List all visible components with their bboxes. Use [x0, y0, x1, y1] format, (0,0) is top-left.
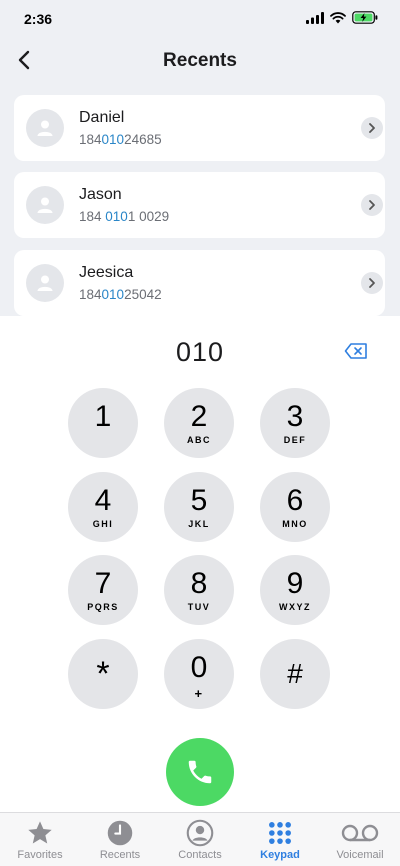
- key-letters: GHI: [92, 518, 114, 529]
- person-circle-icon: [186, 819, 214, 847]
- tab-favorites[interactable]: Favorites: [0, 819, 80, 861]
- wifi-icon: [330, 11, 346, 23]
- contact-number: 18401024685: [79, 132, 162, 147]
- key-8[interactable]: 8 TUV: [164, 555, 234, 625]
- voicemail-icon: [341, 824, 379, 842]
- key-digit: 4: [94, 483, 112, 517]
- key-digit: 6: [286, 483, 304, 517]
- key-digit: 8: [190, 566, 208, 600]
- key-6[interactable]: 6 MNO: [260, 472, 330, 542]
- tab-label: Voicemail: [336, 849, 384, 861]
- key-digit: 2: [190, 399, 208, 433]
- key-letters: WXYZ: [279, 601, 311, 612]
- tab-keypad[interactable]: Keypad: [240, 819, 320, 861]
- key-hash[interactable]: #: [260, 639, 330, 709]
- key-1[interactable]: 1: [68, 388, 138, 458]
- clock-icon: [107, 820, 133, 846]
- key-7[interactable]: 7 PQRS: [68, 555, 138, 625]
- person-icon: [37, 275, 53, 291]
- tab-voicemail[interactable]: Voicemail: [320, 819, 400, 861]
- contact-name: Daniel: [79, 109, 125, 126]
- key-digit: 1: [94, 399, 112, 433]
- key-star[interactable]: *: [68, 639, 138, 709]
- avatar: [26, 109, 64, 147]
- call-button[interactable]: [166, 738, 234, 806]
- tab-recents[interactable]: Recents: [80, 819, 160, 861]
- key-digit: 9: [286, 566, 304, 600]
- key-0[interactable]: 0 +: [164, 639, 234, 709]
- key-digit: 0: [190, 650, 208, 684]
- key-digit: 5: [190, 483, 208, 517]
- key-letters: +: [194, 685, 204, 701]
- contact-detail-button[interactable]: [361, 194, 383, 216]
- tab-label: Keypad: [260, 849, 300, 861]
- phone-icon: [188, 760, 212, 784]
- chevron-right-icon: [369, 123, 375, 133]
- contact-row-jeesica[interactable]: Jeesica 18401025042: [14, 250, 385, 316]
- chevron-right-icon: [369, 200, 375, 210]
- cellular-signal-icon: [306, 11, 324, 24]
- contact-number: 184 0101 0029: [79, 209, 170, 224]
- keypad-grid-icon: [269, 822, 291, 844]
- key-letters: DEF: [283, 434, 307, 445]
- chevron-right-icon: [369, 278, 375, 288]
- key-letters: JKL: [188, 518, 210, 529]
- battery-charging-icon: [352, 11, 378, 24]
- contact-name: Jeesica: [79, 264, 134, 281]
- key-3[interactable]: 3 DEF: [260, 388, 330, 458]
- recents-sheet: Recents Daniel 18401024685 Jason 184 010…: [0, 36, 400, 316]
- page-title: Recents: [163, 50, 237, 71]
- nav-bar: Recents: [0, 36, 400, 84]
- contact-detail-button[interactable]: [361, 117, 383, 139]
- key-digit: 3: [286, 399, 304, 433]
- star-icon: [28, 821, 52, 844]
- key-letters: MNO: [282, 518, 308, 529]
- contact-detail-button[interactable]: [361, 272, 383, 294]
- key-9[interactable]: 9 WXYZ: [260, 555, 330, 625]
- avatar: [26, 264, 64, 302]
- contact-name: Jason: [79, 186, 122, 203]
- status-time: 2:36: [24, 11, 53, 27]
- key-2[interactable]: 2 ABC: [164, 388, 234, 458]
- tab-label: Favorites: [17, 849, 63, 861]
- status-icons: [306, 11, 378, 24]
- tab-label: Recents: [99, 849, 141, 861]
- key-digit: 7: [94, 566, 112, 600]
- key-letters: TUV: [187, 601, 211, 612]
- key-5[interactable]: 5 JKL: [164, 472, 234, 542]
- status-bar: 2:36: [0, 0, 400, 36]
- person-icon: [37, 197, 53, 213]
- contact-row-daniel[interactable]: Daniel 18401024685: [14, 95, 385, 161]
- avatar: [26, 186, 64, 224]
- contact-row-jason[interactable]: Jason 184 0101 0029: [14, 172, 385, 238]
- tab-label: Contacts: [178, 849, 222, 861]
- key-letters: ABC: [187, 434, 211, 445]
- tab-bar: Favorites Recents Contacts Keypad Voicem…: [0, 812, 400, 866]
- person-icon: [37, 120, 53, 136]
- backspace-button[interactable]: [344, 342, 368, 360]
- contact-number: 18401025042: [79, 287, 162, 302]
- dialed-number-display: 010: [175, 337, 225, 367]
- key-digit: #: [287, 658, 303, 689]
- key-4[interactable]: 4 GHI: [68, 472, 138, 542]
- key-digit: *: [96, 655, 110, 693]
- tab-contacts[interactable]: Contacts: [160, 819, 240, 861]
- backspace-icon: [344, 343, 367, 359]
- key-letters: PQRS: [87, 601, 119, 612]
